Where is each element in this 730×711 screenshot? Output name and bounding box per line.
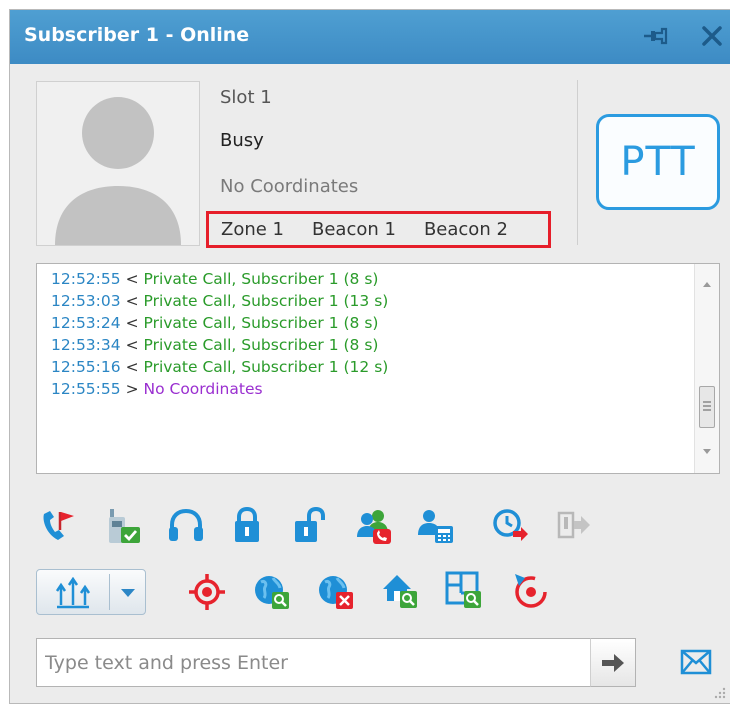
log-entry: 12:53:24 < Private Call, Subscriber 1 (8… <box>51 314 378 336</box>
subscriber-avatar <box>36 81 200 246</box>
group-call-icon[interactable] <box>355 507 393 545</box>
event-log[interactable]: 12:52:55 < Private Call, Subscriber 1 (8… <box>36 263 720 474</box>
zone-beacon-info: Zone 1 Beacon 1 Beacon 2 <box>206 211 551 248</box>
export-split-button[interactable] <box>36 569 146 615</box>
log-direction: < <box>125 270 139 288</box>
subscriber-window: Subscriber 1 - Online Slot 1 Busy No Coo… <box>9 9 730 704</box>
lock-icon[interactable] <box>228 506 266 544</box>
pin-button[interactable] <box>639 20 671 52</box>
track-icon[interactable] <box>511 572 549 610</box>
beacon-label: Beacon 2 <box>423 219 508 240</box>
scroll-down-icon[interactable] <box>702 448 712 456</box>
log-entry: 12:53:03 < Private Call, Subscriber 1 (1… <box>51 292 388 314</box>
avatar-placeholder-icon <box>55 97 181 245</box>
exit-disabled-icon[interactable] <box>555 507 593 545</box>
log-scrollbar[interactable] <box>694 264 719 473</box>
location-request-icon[interactable] <box>188 573 226 611</box>
log-message: Private Call, Subscriber 1 (12 s) <box>143 358 389 376</box>
title-bar[interactable]: Subscriber 1 - Online <box>10 10 730 64</box>
log-message: Private Call, Subscriber 1 (13 s) <box>143 292 389 310</box>
telephone-interconnect-icon[interactable] <box>417 507 455 545</box>
scheduled-task-icon[interactable] <box>491 507 529 545</box>
zone-label: Zone 1 <box>221 219 284 240</box>
arrow-right-icon <box>602 653 624 672</box>
log-timestamp: 12:55:16 <box>51 358 121 376</box>
scroll-up-icon[interactable] <box>702 280 712 288</box>
slot-label: Slot 1 <box>220 87 272 108</box>
unlock-icon[interactable] <box>291 506 329 544</box>
coordinates-label: No Coordinates <box>220 176 359 197</box>
export-icon <box>55 577 91 609</box>
ptt-button[interactable]: PTT <box>596 114 720 210</box>
log-direction: < <box>125 336 139 354</box>
thumb-grip-icon <box>703 401 711 411</box>
log-direction: > <box>125 380 139 398</box>
log-timestamp: 12:53:03 <box>51 292 121 310</box>
home-zone-icon[interactable] <box>381 571 419 609</box>
indoor-map-icon[interactable] <box>445 571 483 609</box>
pin-icon <box>644 27 668 45</box>
log-direction: < <box>125 358 139 376</box>
radio-check-icon[interactable] <box>104 507 142 545</box>
close-button[interactable] <box>696 20 728 52</box>
log-message: Private Call, Subscriber 1 (8 s) <box>143 314 379 332</box>
log-entry: 12:55:16 < Private Call, Subscriber 1 (1… <box>51 358 388 380</box>
close-icon <box>702 26 722 46</box>
log-message: Private Call, Subscriber 1 (8 s) <box>143 270 379 288</box>
log-entry: 12:55:55 > No Coordinates <box>51 380 263 402</box>
log-message: Private Call, Subscriber 1 (8 s) <box>143 336 379 354</box>
remove-from-map-icon[interactable] <box>317 572 355 610</box>
call-alert-icon[interactable] <box>40 508 78 546</box>
headset-icon[interactable] <box>167 507 205 545</box>
resize-grip-icon[interactable] <box>713 686 727 700</box>
status-label: Busy <box>220 130 264 151</box>
log-direction: < <box>125 292 139 310</box>
window-title: Subscriber 1 - Online <box>24 24 250 46</box>
envelope-icon <box>680 649 712 675</box>
send-button[interactable] <box>590 638 636 687</box>
header-divider <box>577 80 578 245</box>
log-timestamp: 12:53:34 <box>51 336 121 354</box>
find-on-map-icon[interactable] <box>253 572 291 610</box>
scrollbar-thumb[interactable] <box>699 386 715 428</box>
log-message: No Coordinates <box>143 380 263 398</box>
chevron-down-icon[interactable] <box>120 588 136 598</box>
log-timestamp: 12:52:55 <box>51 270 121 288</box>
log-timestamp: 12:53:24 <box>51 314 121 332</box>
send-message-button[interactable] <box>678 646 714 678</box>
message-input[interactable] <box>36 638 591 687</box>
beacon-label: Beacon 1 <box>312 219 396 240</box>
log-entry: 12:53:34 < Private Call, Subscriber 1 (8… <box>51 336 378 358</box>
split-divider <box>109 574 110 610</box>
log-timestamp: 12:55:55 <box>51 380 121 398</box>
log-entry: 12:52:55 < Private Call, Subscriber 1 (8… <box>51 270 378 292</box>
log-direction: < <box>125 314 139 332</box>
